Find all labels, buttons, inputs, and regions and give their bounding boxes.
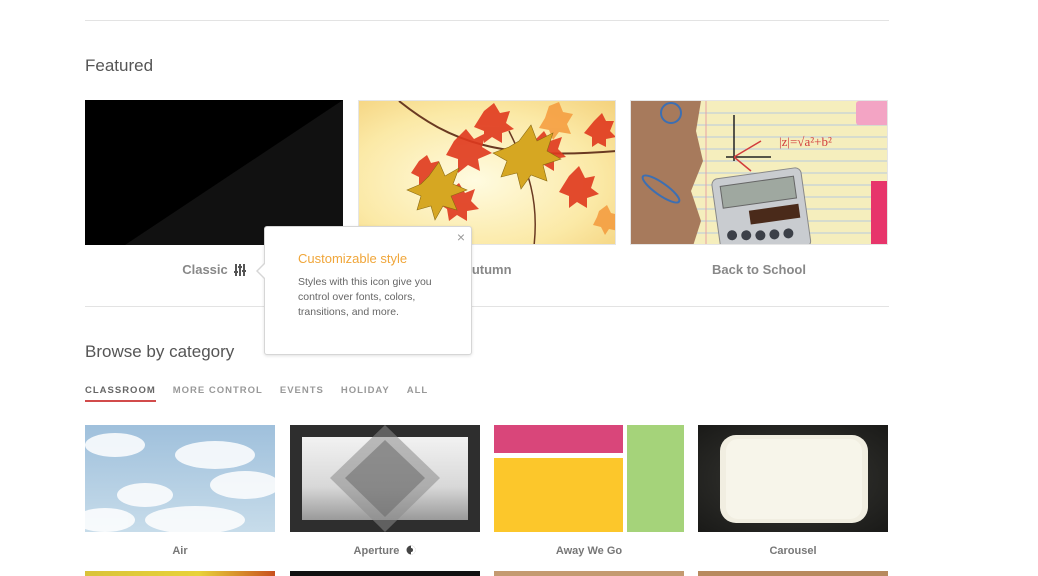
featured-classic-thumbnail[interactable] <box>85 100 343 245</box>
tab-all[interactable]: ALL <box>407 385 428 402</box>
tab-events[interactable]: EVENTS <box>280 385 324 402</box>
back-to-school-preview-image: |z|=√a²+b² <box>631 101 887 244</box>
page: Featured Classic Autumn |z|=√a²+b² Back … <box>0 0 1038 576</box>
classic-preview-image <box>85 100 343 245</box>
category-aperture-name: Aperture <box>353 545 400 557</box>
carousel-preview-image <box>698 425 888 532</box>
category-away-we-go-thumbnail[interactable] <box>494 425 684 532</box>
top-divider <box>85 20 889 21</box>
category-carousel-thumbnail[interactable] <box>698 425 888 532</box>
featured-heading: Featured <box>85 56 154 75</box>
tab-holiday[interactable]: HOLIDAY <box>341 385 390 402</box>
category-next-row-thumbnail-2[interactable] <box>290 571 480 576</box>
featured-back-to-school-thumbnail[interactable]: |z|=√a²+b² <box>630 100 888 245</box>
category-next-row-thumbnail-3[interactable] <box>494 571 684 576</box>
category-next-row-thumbnail-4[interactable] <box>698 571 888 576</box>
air-preview-image <box>85 425 275 532</box>
svg-text:|z|=√a²+b²: |z|=√a²+b² <box>779 134 832 149</box>
tooltip-body: Styles with this icon give you control o… <box>298 276 432 318</box>
category-air-label[interactable]: Air <box>85 545 275 557</box>
autumn-preview-image <box>359 101 615 244</box>
tab-more-control[interactable]: MORE CONTROL <box>173 385 263 402</box>
category-tabs: CLASSROOM MORE CONTROL EVENTS HOLIDAY AL… <box>85 385 445 402</box>
close-icon[interactable]: × <box>457 230 465 244</box>
tab-classroom[interactable]: CLASSROOM <box>85 385 156 402</box>
tooltip-arrow-fill <box>258 263 266 279</box>
sliders-icon[interactable] <box>233 264 246 279</box>
category-next-row-thumbnail-1[interactable] <box>85 571 275 576</box>
category-carousel-label[interactable]: Carousel <box>698 545 888 557</box>
customizable-style-tooltip: × Customizable style Styles with this ic… <box>256 226 472 355</box>
featured-back-to-school-label[interactable]: Back to School <box>630 262 888 277</box>
aperture-preview-image <box>290 425 480 532</box>
category-aperture-label[interactable]: Aperture <box>290 545 480 558</box>
browse-heading: Browse by category <box>85 342 235 361</box>
middle-divider <box>85 306 889 307</box>
customizable-badge-icon[interactable] <box>406 545 416 558</box>
away-we-go-preview-image <box>494 425 684 532</box>
category-away-we-go-label[interactable]: Away We Go <box>494 545 684 557</box>
featured-classic-name: Classic <box>182 262 228 277</box>
tooltip-title: Customizable style <box>298 251 408 266</box>
category-aperture-thumbnail[interactable] <box>290 425 480 532</box>
featured-autumn-thumbnail[interactable] <box>358 100 616 245</box>
category-air-thumbnail[interactable] <box>85 425 275 532</box>
